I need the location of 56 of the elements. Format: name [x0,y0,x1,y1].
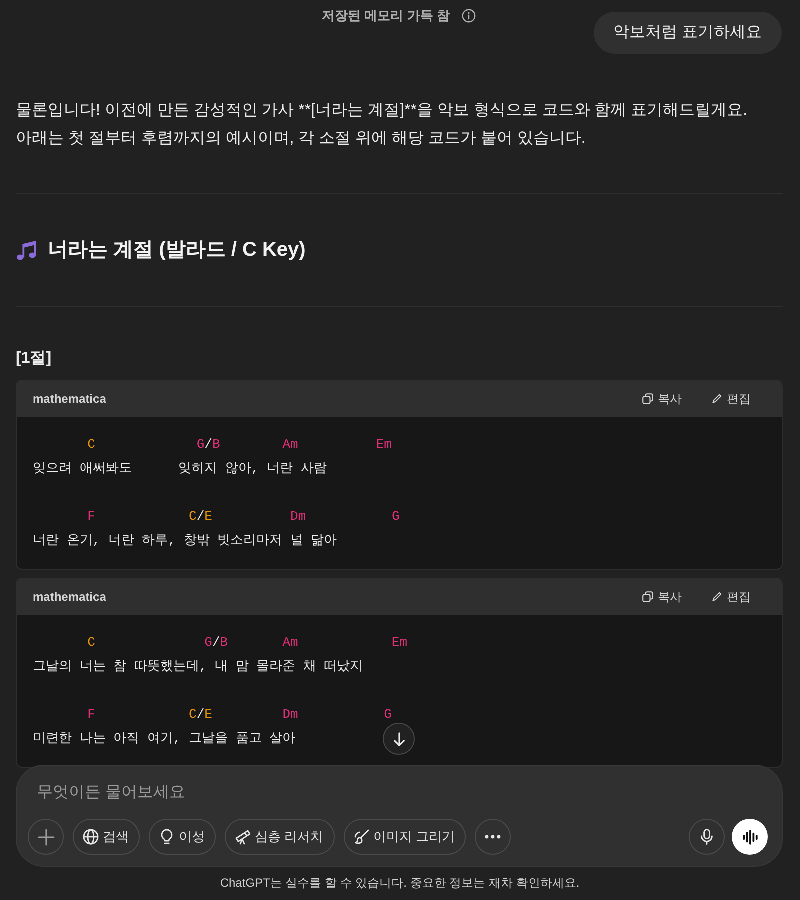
lyric-line: 미련한 나는 아직 여기, 그날을 품고 살아 [33,731,296,746]
pencil-icon [711,591,723,603]
lyric-line: 너란 온기, 너란 하루, 창밖 빗소리마저 널 닮아 [33,533,338,548]
globe-icon [83,829,99,845]
more-button[interactable] [475,819,512,855]
chord-symbol: G [392,509,400,524]
song-title: 너라는 계절 (발라드 / C Key) [48,238,306,263]
search-button[interactable]: 검색 [73,819,140,855]
message-input[interactable]: 무엇이든 물어보세요 [37,781,537,805]
chord-symbol: C/E [189,707,212,722]
assistant-paragraph: 물론입니다! 이전에 만든 감성적인 가사 **[너라는 계절]**을 악보 형식으로 코드와 함께 표기해드릴게요. 아래는 첫 절부터 후렴까지의 예시이며, 각 소절 위에 해당 코드가 붙어 있습니다. [16,101,749,149]
chord-symbol: G/B [196,437,220,452]
pencil-icon [711,393,723,405]
chord-symbol: Dm [282,707,298,722]
microphone-icon [699,829,715,845]
chord-symbol: Em [376,437,392,452]
copy-icon [642,591,654,603]
lightbulb-icon [159,829,175,845]
deep-research-button[interactable]: 심층 리서치 [225,819,335,855]
edit-button[interactable]: 편집 [705,389,757,409]
telescope-icon [235,829,251,845]
lyric-line: 그날의 너는 참 따뜻했는데, 내 맘 몰라준 채 떠났지 [33,659,364,674]
chord-symbol: G [384,707,392,722]
disclaimer-text: ChatGPT는 실수를 할 수 있습니다. 중요한 정보는 재차 확인하세요. [219,875,581,892]
chord-symbol: C/E [189,509,212,524]
music-note-icon [16,240,37,260]
edit-button[interactable]: 편집 [705,587,757,607]
attach-button[interactable] [28,819,64,855]
plus-icon [38,828,54,846]
chord-symbol: Dm [290,509,306,524]
waveform-icon [742,830,758,844]
chord-symbol: Am [282,437,298,452]
user-message: 악보처럼 표기하세요 [594,12,782,54]
copy-button[interactable]: 복사 [636,389,688,409]
memory-full-notice: 저장된 메모리 가득 참 [322,7,450,25]
chord-symbol: F [88,707,96,722]
chord-symbol: Em [392,635,408,650]
chord-symbol: C [88,635,96,650]
chord-symbol: Am [282,635,298,650]
voice-mode-button[interactable] [732,819,768,855]
chord-symbol: F [88,509,96,524]
chord-symbol: G/B [204,635,228,650]
reason-button[interactable]: 이성 [149,819,216,855]
language-label: mathematica [33,589,106,606]
paintbrush-icon [354,829,370,845]
microphone-button[interactable] [689,819,725,855]
copy-button[interactable]: 복사 [636,587,688,607]
copy-icon [642,393,654,405]
info-icon[interactable] [462,9,476,23]
image-button[interactable]: 이미지 그리기 [344,819,466,855]
lyric-line: 잊으려 애써봐도 잊히지 않아, 너란 사람 [33,461,327,476]
arrow-down-icon [392,732,406,746]
chord-symbol: C [88,437,96,452]
more-icon [485,835,502,839]
verse-label: [1절] [16,349,53,369]
language-label: mathematica [33,391,106,408]
